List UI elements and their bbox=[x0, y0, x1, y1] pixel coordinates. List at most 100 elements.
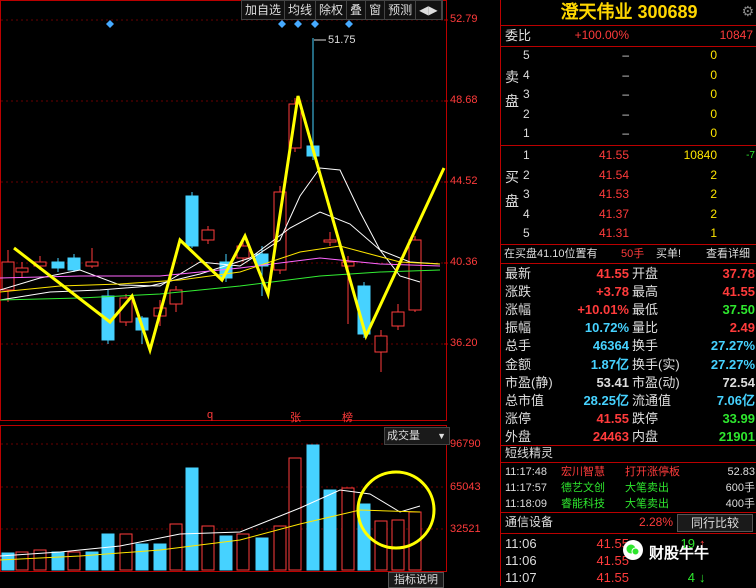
sector-name: 通信设备 bbox=[505, 515, 554, 529]
overlay-button[interactable]: 叠 bbox=[347, 1, 367, 19]
buy-level-row[interactable]: 1 41.55 10840 -7 bbox=[501, 146, 756, 165]
stat-value: 41.55 bbox=[722, 284, 755, 300]
news-item[interactable]: 11:18:09 睿能科技 大笔卖出 400手 bbox=[505, 496, 756, 512]
candlestick bbox=[185, 195, 199, 247]
event-diamond-icon bbox=[278, 20, 286, 28]
watermark-text: 财股牛牛 bbox=[649, 545, 710, 562]
weibi-label: 委比 bbox=[505, 28, 532, 43]
stat-value: 46364 bbox=[592, 338, 629, 354]
candlestick bbox=[15, 267, 29, 273]
kline-chart[interactable] bbox=[0, 0, 500, 586]
news-value: 52.83 bbox=[727, 466, 755, 478]
event-diamond-icon bbox=[294, 20, 302, 28]
stat-value: 1.87亿 bbox=[590, 356, 629, 372]
stat-label: 市盈(静) bbox=[505, 374, 553, 390]
volume-bar bbox=[323, 489, 337, 571]
sell-level-num: 2 bbox=[523, 106, 530, 121]
sell-level-num: 3 bbox=[523, 87, 530, 102]
news-title: 短线精灵 bbox=[505, 446, 554, 460]
news-time: 11:18:09 bbox=[505, 498, 548, 510]
volume-bar bbox=[273, 525, 287, 571]
volume-bar bbox=[306, 444, 320, 571]
order-alert-type: 买单! bbox=[656, 248, 682, 260]
buy-level-vol: 10840 bbox=[683, 148, 717, 162]
sell-level-row[interactable]: 2 – 0 bbox=[501, 105, 756, 124]
candlestick bbox=[85, 261, 99, 267]
stat-label: 跌停 bbox=[632, 410, 659, 426]
weibi-diff: 10847 bbox=[719, 28, 753, 42]
sell-level-vol: 0 bbox=[710, 106, 717, 121]
candlestick bbox=[67, 257, 81, 271]
news-item[interactable]: 11:17:48 宏川智慧 打开涨停板 52.83 bbox=[505, 464, 756, 480]
chevron-down-icon: ▼ bbox=[437, 431, 446, 441]
volume-indicator-label: 成交量 bbox=[387, 430, 420, 442]
buy-level-row[interactable]: 4 41.37 2 bbox=[501, 205, 756, 224]
stat-label: 涨跌 bbox=[505, 284, 532, 300]
volume-bar bbox=[391, 519, 405, 571]
ma-button[interactable]: 均线 bbox=[285, 1, 317, 19]
quote-panel: 澄天伟业 300689 ⚙ 委比 +100.00% 10847 卖 盘 5–0 4… bbox=[500, 0, 756, 586]
sell-level-price: – bbox=[622, 126, 629, 141]
order-alert-text: 在买盘41.10位置有 bbox=[504, 248, 598, 260]
stat-label: 最新 bbox=[505, 266, 532, 281]
sell-level-row[interactable]: 1 – 0 bbox=[501, 124, 756, 143]
gear-icon[interactable]: ⚙ bbox=[741, 3, 754, 20]
buy-level-row[interactable]: 2 41.54 2 bbox=[501, 166, 756, 185]
forecast-button[interactable]: 预测 bbox=[385, 1, 417, 19]
stat-row: 涨跌 +3.78 最高 41.55 bbox=[501, 282, 756, 301]
volume-bar bbox=[101, 533, 115, 571]
candlestick bbox=[408, 239, 422, 311]
news-value: 400手 bbox=[725, 498, 755, 510]
exright-button[interactable]: 除权 bbox=[316, 1, 348, 19]
news-stock: 睿能科技 bbox=[561, 498, 605, 510]
kline-chart-pane[interactable]: 加自选 均线 除权 叠 窗 预测 ◀▶ 52.79 48.68 44.52 40… bbox=[0, 0, 500, 588]
volume-indicator-dropdown[interactable]: 成交量 ▼ bbox=[384, 427, 450, 445]
price-axis-label-3: 44.52 bbox=[450, 175, 478, 187]
peer-compare-button[interactable]: 同行比较 bbox=[677, 514, 753, 532]
news-item[interactable]: 11:17:57 德艺文创 大笔卖出 600手 bbox=[505, 480, 756, 496]
buy-level-price: 41.55 bbox=[598, 148, 629, 162]
buy-level-num: 1 bbox=[523, 148, 530, 162]
sell-level-row[interactable]: 5 – 0 bbox=[501, 46, 756, 65]
stat-label: 振幅 bbox=[505, 320, 532, 336]
add-watchlist-button[interactable]: 加自选 bbox=[242, 1, 286, 19]
sell-level-row[interactable]: 3 – 0 bbox=[501, 85, 756, 104]
view-detail-link[interactable]: 查看详细 bbox=[706, 245, 750, 264]
price-axis-label-1: 52.79 bbox=[450, 13, 478, 25]
sell-level-vol: 0 bbox=[710, 67, 717, 82]
high-price-annotation: 51.75 bbox=[328, 34, 356, 46]
stat-label: 开盘 bbox=[632, 266, 659, 281]
event-diamond-icon bbox=[345, 20, 353, 28]
window-button[interactable]: 窗 bbox=[366, 1, 386, 19]
stat-row: 振幅 10.72% 量比 2.49 bbox=[501, 318, 756, 337]
sell-level-price: – bbox=[622, 87, 629, 102]
order-alert-hand: 50手 bbox=[621, 248, 645, 260]
stat-label: 总市值 bbox=[505, 392, 545, 408]
buy-level-row[interactable]: 3 41.53 2 bbox=[501, 185, 756, 204]
stat-value: 72.54 bbox=[722, 374, 755, 390]
buy-level-price: 41.37 bbox=[598, 206, 629, 221]
buy-level-vol: 2 bbox=[710, 206, 717, 221]
nav-arrows-button[interactable]: ◀▶ bbox=[416, 1, 442, 19]
candlestick bbox=[391, 311, 405, 327]
news-event: 打开涨停板 bbox=[625, 466, 680, 478]
volume-bar bbox=[255, 537, 269, 571]
volume-bar bbox=[341, 487, 355, 571]
sector-row: 通信设备 2.28% 同行比较 bbox=[501, 513, 756, 532]
candlestick bbox=[374, 335, 388, 353]
stat-value: +10.01% bbox=[577, 302, 629, 318]
tick-direction-icon: ↓ bbox=[699, 570, 706, 585]
stat-label: 最低 bbox=[632, 302, 659, 318]
tick-price: 41.55 bbox=[596, 570, 629, 585]
sell-level-price: – bbox=[622, 48, 629, 62]
buy-level-row[interactable]: 5 41.31 1 bbox=[501, 224, 756, 243]
candlestick bbox=[323, 239, 337, 243]
order-alert-bar[interactable]: 在买盘41.10位置有 50手 买单! 查看详细 bbox=[501, 245, 756, 264]
tick-time: 11:07 bbox=[505, 570, 537, 585]
sell-level-row[interactable]: 4 – 0 bbox=[501, 66, 756, 85]
watermark: 财股牛牛 bbox=[623, 540, 753, 562]
marker-limit-up: 张 bbox=[290, 412, 301, 424]
news-stock: 宏川智慧 bbox=[561, 466, 605, 478]
stat-value: 37.78 bbox=[722, 266, 755, 281]
tick-volume: 4 bbox=[687, 570, 695, 585]
